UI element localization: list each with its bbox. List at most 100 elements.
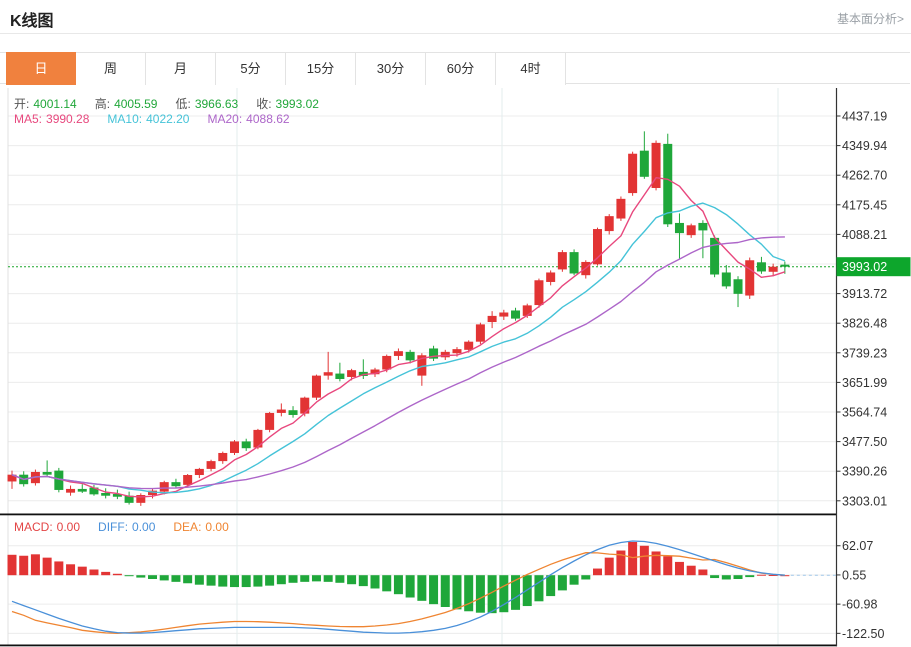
macd-bar <box>160 575 169 580</box>
macd-bar <box>31 554 40 575</box>
candle-body <box>265 413 274 430</box>
panel-separator <box>0 514 837 516</box>
axis-tick-label: 4349.94 <box>842 139 887 153</box>
candle-body <box>452 349 461 353</box>
macd-bar <box>722 575 731 579</box>
candle-body <box>183 475 192 485</box>
macd-bar <box>464 575 473 611</box>
candle-body <box>300 398 309 414</box>
candle-body <box>488 316 497 322</box>
macd-layer <box>8 541 837 633</box>
price-axis-layer: 4437.194349.944262.704175.454088.213913.… <box>837 88 911 646</box>
macd-bar <box>66 564 75 575</box>
candle-body <box>546 272 555 281</box>
macd-bar <box>78 567 87 576</box>
candle-body <box>312 376 321 398</box>
candle-body <box>745 260 754 295</box>
macd-bar <box>324 575 333 582</box>
candle-body <box>289 410 298 415</box>
macd-bar <box>19 556 28 575</box>
macd-bar <box>757 575 766 576</box>
macd-bar <box>675 562 684 575</box>
candle-body <box>171 482 180 486</box>
macd-bar <box>230 575 239 587</box>
macd-bar <box>347 575 356 584</box>
macd-bar <box>417 575 426 601</box>
macd-bar <box>136 575 145 577</box>
last-price-badge-label: 3993.02 <box>842 260 887 274</box>
macd-bar <box>43 558 52 576</box>
macd-bar <box>593 569 602 576</box>
macd-bar <box>406 575 415 597</box>
axis-tick-label: 3913.72 <box>842 287 887 301</box>
candle-body <box>464 342 473 350</box>
candle-body <box>769 267 778 272</box>
macd-bar <box>171 575 180 582</box>
ma5-line <box>12 178 785 497</box>
macd-bar <box>54 561 63 575</box>
macd-bar <box>89 570 98 576</box>
axis-tick-label: -122.50 <box>842 627 884 641</box>
axis-tick-label: 3390.26 <box>842 465 887 479</box>
macd-bar <box>534 575 543 601</box>
axis-tick-label: 3477.50 <box>842 435 887 449</box>
macd-bar <box>207 575 216 585</box>
macd-bar <box>183 575 192 583</box>
macd-bar <box>312 575 321 581</box>
candle-body <box>207 461 216 469</box>
candle-body <box>277 410 286 413</box>
macd-bar <box>476 575 485 612</box>
candle-body <box>628 154 637 193</box>
macd-bar <box>687 566 696 575</box>
macd-bar <box>265 575 274 585</box>
candle-body <box>242 441 251 448</box>
macd-bar <box>581 575 590 579</box>
candle-body <box>347 370 356 377</box>
candle-body <box>593 229 602 264</box>
candle-body <box>78 489 87 492</box>
axis-tick-label: 3739.23 <box>842 346 887 360</box>
candle-body <box>605 216 614 231</box>
bottom-border <box>0 645 837 647</box>
macd-bar <box>253 575 262 586</box>
macd-bar <box>558 575 567 590</box>
macd-bar <box>359 575 368 586</box>
candle-body <box>570 252 579 273</box>
macd-bar <box>745 575 754 577</box>
candle-body <box>523 305 532 316</box>
macd-bar <box>101 572 110 575</box>
candle-body <box>511 310 520 318</box>
candles-layer <box>8 131 790 506</box>
candle-body <box>722 272 731 286</box>
candle-body <box>43 472 52 475</box>
axis-tick-label: 3564.74 <box>842 406 887 420</box>
candle-body <box>101 493 110 496</box>
macd-bar <box>335 575 344 583</box>
macd-bar <box>546 575 555 596</box>
macd-bar <box>300 575 309 582</box>
candle-body <box>476 324 485 341</box>
candle-body <box>757 262 766 271</box>
axis-tick-label: 62.07 <box>842 539 873 553</box>
axis-tick-label: 3303.01 <box>842 494 887 508</box>
axis-tick-label: -60.98 <box>842 598 877 612</box>
macd-bar <box>663 556 672 575</box>
macd-bar <box>570 575 579 584</box>
candle-body <box>66 489 75 493</box>
kline-chart-canvas[interactable]: 4437.194349.944262.704175.454088.213913.… <box>0 0 911 647</box>
macd-bar <box>371 575 380 588</box>
candle-body <box>382 356 391 370</box>
candle-body <box>698 223 707 230</box>
candle-body <box>558 252 567 269</box>
macd-bar <box>113 574 122 575</box>
ma20-line <box>12 237 785 489</box>
candle-body <box>230 441 239 453</box>
macd-bar <box>734 575 743 579</box>
candle-body <box>734 279 743 294</box>
ma10-line <box>12 203 785 493</box>
candle-body <box>441 352 450 357</box>
axis-tick-label: 3651.99 <box>842 376 887 390</box>
candle-body <box>710 238 719 275</box>
axis-tick-label: 4088.21 <box>842 228 887 242</box>
macd-bar <box>125 575 134 576</box>
